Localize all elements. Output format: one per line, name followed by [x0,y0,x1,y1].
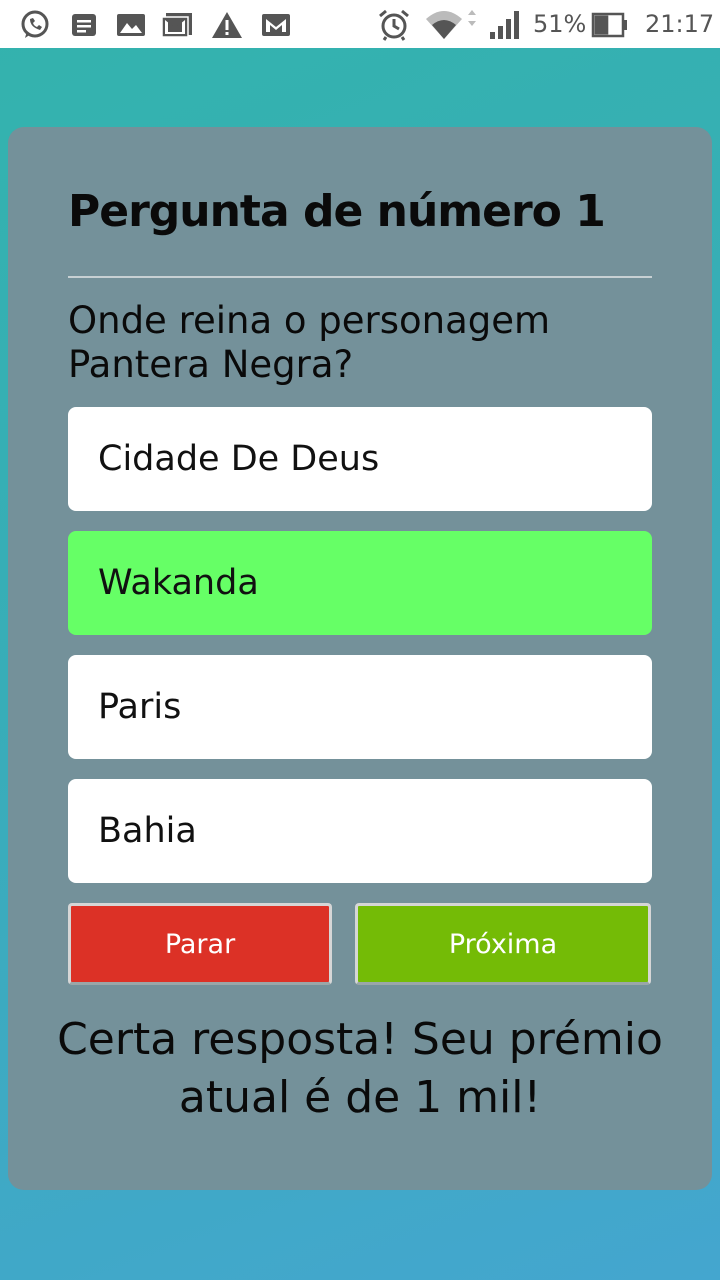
divider [68,276,652,278]
result-message: Certa resposta! Seu prémio atual é de 1 … [57,1014,663,1123]
stop-button[interactable]: Parar [68,903,332,985]
gmail-icon [259,8,293,42]
alarm-icon [377,8,411,42]
question-text: Onde reina o personagem Pantera Negra? [68,299,551,386]
answer-option-2[interactable]: Wakanda [68,531,652,635]
question-title: Pergunta de número 1 [68,186,606,237]
message-icon [67,8,101,42]
battery-percent: 51% [533,10,587,38]
gallery-icon [114,8,148,42]
battery-level [594,15,609,35]
quiz-card: Pergunta de número 1 Onde reina o person… [8,127,712,1190]
battery-icon [590,8,630,42]
clock: 21:17 [645,10,715,38]
next-button[interactable]: Próxima [355,903,651,985]
signal-icon [488,8,522,42]
status-bar: 51% 21:17 [0,0,720,48]
wifi-icon [424,8,480,42]
answer-option-3[interactable]: Paris [68,655,652,759]
whatsapp-icon [18,8,52,42]
answer-option-4[interactable]: Bahia [68,779,652,883]
answer-option-1[interactable]: Cidade De Deus [68,407,652,511]
gmail-icon [160,8,194,42]
warning-icon [210,8,244,42]
